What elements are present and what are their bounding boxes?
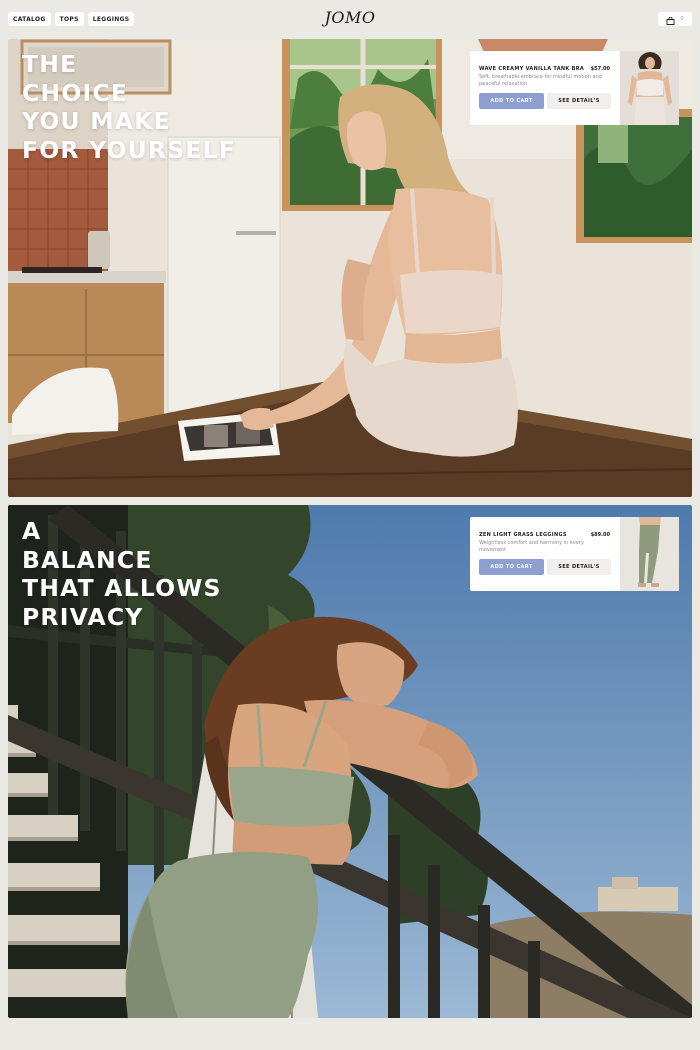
hero-section-kitchen: THE CHOICE YOU MAKE FOR YOURSELF WAVE CR… (8, 39, 692, 497)
footer-area (8, 1026, 692, 1050)
add-to-cart-button[interactable]: ADD TO CART (479, 93, 544, 109)
product-description: Soft, breathable embrace for mindful mot… (479, 74, 602, 87)
product-thumbnail[interactable] (620, 51, 679, 125)
cart-button[interactable]: 0 (658, 12, 692, 26)
see-details-button[interactable]: SEE DETAIL'S (547, 559, 611, 575)
product-card: WAVE CREAMY VANILLA TANK BRA $57.00 Soft… (470, 51, 679, 125)
headline-line: FOR YOURSELF (22, 135, 237, 164)
product-price: $57.00 (590, 66, 610, 72)
headline-line: THE (22, 50, 78, 78)
headline-line: CHOICE (22, 78, 129, 107)
product-thumbnail[interactable] (620, 517, 679, 591)
bag-icon (666, 10, 675, 29)
product-name[interactable]: WAVE CREAMY VANILLA TANK BRA (479, 66, 584, 72)
cart-count: 0 (680, 16, 684, 22)
headline-line: PRIVACY (22, 602, 144, 631)
headline-line: YOU MAKE (22, 107, 171, 135)
hero-headline: A BALANCE THAT ALLOWS PRIVACY (22, 517, 222, 631)
product-name[interactable]: ZEN LIGHT GRASS LEGGINGS (479, 532, 567, 538)
product-price: $89.00 (590, 532, 610, 538)
see-details-button[interactable]: SEE DETAIL'S (547, 93, 611, 109)
product-description: Weightless comfort and harmony in every … (479, 540, 584, 553)
hero-section-stairs: A BALANCE THAT ALLOWS PRIVACY ZEN LIGHT … (8, 505, 692, 1018)
headline-line: A (22, 517, 42, 545)
hero-headline: THE CHOICE YOU MAKE FOR YOURSELF (22, 50, 236, 164)
headline-line: BALANCE (22, 545, 153, 574)
product-card: ZEN LIGHT GRASS LEGGINGS $89.00 Weightle… (470, 517, 679, 591)
brand-logo[interactable]: JOMO (0, 8, 700, 27)
add-to-cart-button[interactable]: ADD TO CART (479, 559, 544, 575)
site-header: CATALOG TOPS LEGGINGS JOMO 0 (0, 0, 700, 39)
headline-line: THAT ALLOWS (22, 574, 222, 602)
